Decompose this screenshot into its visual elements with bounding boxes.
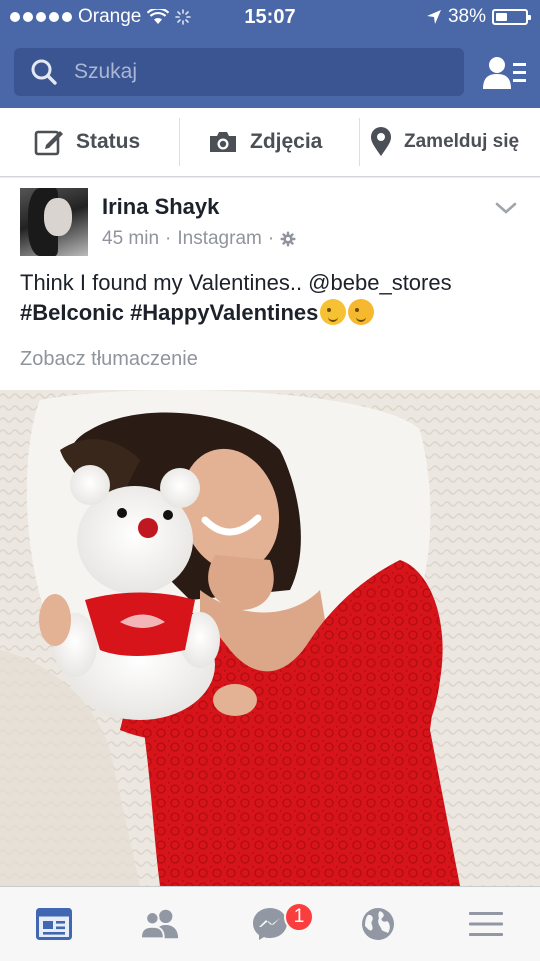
location-arrow-icon xyxy=(426,10,441,24)
tab-friends[interactable] xyxy=(140,905,180,943)
hashtag-link[interactable]: #HappyValentines xyxy=(130,300,318,325)
messages-badge: 1 xyxy=(284,902,314,932)
post-meta: 45 min · Instagram · xyxy=(102,228,296,250)
friend-requests-button[interactable] xyxy=(480,52,530,94)
menu-icon xyxy=(469,912,503,936)
tab-notifications[interactable] xyxy=(358,905,398,943)
globe-icon xyxy=(362,908,394,940)
battery-icon xyxy=(492,9,531,25)
status-label: Status xyxy=(76,130,141,153)
kiss-emoji-icon xyxy=(348,299,375,325)
news-feed-icon xyxy=(36,908,72,940)
settings-gear-icon xyxy=(280,231,296,247)
messenger-icon xyxy=(253,908,287,940)
composer-bar: Status Zdjęcia Zamelduj się xyxy=(0,108,540,177)
search-icon xyxy=(31,59,57,85)
post-text: Think I found my Valentines.. @bebe_stor… xyxy=(20,268,520,328)
status-right: 38% xyxy=(426,6,531,28)
see-translation-link[interactable]: Zobacz tłumaczenie xyxy=(20,348,198,371)
post-photo[interactable] xyxy=(0,390,540,886)
friend-requests-icon xyxy=(483,57,526,89)
photos-label: Zdjęcia xyxy=(250,130,323,153)
top-header: Orange 15:07 38% xyxy=(0,0,540,108)
checkin-button[interactable]: Zamelduj się xyxy=(360,118,540,166)
tab-more-menu[interactable] xyxy=(466,905,506,943)
friends-icon xyxy=(140,909,179,940)
post-card: Irina Shayk 45 min · Instagram · Think I… xyxy=(0,178,540,886)
search-input[interactable] xyxy=(72,59,416,85)
bottom-tab-bar: 1 xyxy=(0,886,540,961)
post-text-line: Think I found my Valentines.. @bebe_stor… xyxy=(20,270,452,295)
search-bar[interactable] xyxy=(14,48,464,96)
post-hashtags: #BeIconic #HappyValentines xyxy=(20,298,520,328)
tab-news-feed[interactable] xyxy=(34,905,74,943)
meta-separator: · xyxy=(165,228,172,249)
battery-percent: 38% xyxy=(447,6,486,27)
post-author[interactable]: Irina Shayk xyxy=(102,194,219,220)
chevron-down-icon[interactable] xyxy=(494,200,518,216)
post-source[interactable]: Instagram xyxy=(177,228,261,250)
wink-emoji-icon xyxy=(320,299,347,325)
post-time[interactable]: 45 min xyxy=(102,228,159,250)
post-photo-image xyxy=(0,390,540,886)
photos-button[interactable]: Zdjęcia xyxy=(180,118,360,166)
meta-separator: · xyxy=(267,228,275,249)
camera-icon xyxy=(210,132,236,152)
battery-level xyxy=(496,13,507,21)
edit-icon xyxy=(34,130,63,156)
checkin-label: Zamelduj się xyxy=(404,131,520,152)
location-pin-icon xyxy=(371,127,391,156)
status-bar: Orange 15:07 38% xyxy=(0,0,540,36)
hashtag-link[interactable]: #BeIconic xyxy=(20,300,124,325)
status-button[interactable]: Status xyxy=(0,118,180,166)
avatar[interactable] xyxy=(20,188,88,256)
